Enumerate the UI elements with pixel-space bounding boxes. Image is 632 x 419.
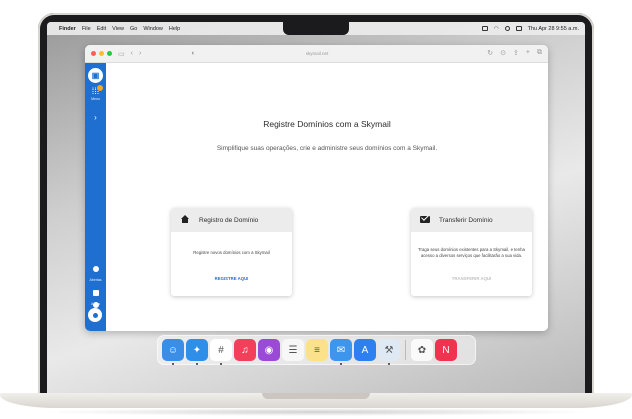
avatar[interactable] bbox=[88, 308, 102, 322]
home-icon bbox=[180, 215, 190, 223]
laptop-groove bbox=[262, 393, 370, 399]
safari-icon[interactable]: ✦ bbox=[186, 339, 208, 365]
wifi-icon[interactable]: ◠ bbox=[494, 26, 499, 32]
laptop-shadow bbox=[40, 408, 592, 416]
menu-file[interactable]: File bbox=[82, 26, 91, 32]
main-content: Registre Domínios com a Skymail Simplifi… bbox=[106, 63, 548, 331]
laptop-frame: Finder File Edit View Go Window Help ◠ T… bbox=[0, 0, 632, 419]
sidebar-item-label: Abertas bbox=[89, 278, 102, 282]
battery-icon[interactable] bbox=[481, 26, 488, 31]
sidebar-menu[interactable]: ⁞⁞⁞ Menu bbox=[85, 85, 106, 101]
menubar-clock[interactable]: Thu Apr 28 9:55 a.m. bbox=[528, 26, 579, 32]
close-window-button[interactable] bbox=[91, 51, 96, 56]
running-indicator bbox=[340, 363, 342, 365]
zoom-window-button[interactable] bbox=[107, 51, 112, 56]
reminders-icon[interactable]: ☰ bbox=[282, 339, 304, 361]
menu-window[interactable]: Window bbox=[143, 26, 163, 32]
running-indicator bbox=[220, 363, 222, 365]
screen: Finder File Edit View Go Window Help ◠ T… bbox=[47, 22, 585, 394]
page-title: Registre Domínios com a Skymail bbox=[263, 119, 391, 129]
mail-icon bbox=[420, 216, 430, 223]
share-icon[interactable]: ⇪ bbox=[513, 49, 519, 57]
info-icon bbox=[92, 266, 99, 272]
running-indicator bbox=[388, 363, 390, 365]
card-description: Registre novos domínios com a Skymail bbox=[193, 250, 270, 255]
browser-toolbar: ▭ ‹ › ◐ skymail.net ↻ ⊙ ⇪ + ⧉ bbox=[85, 45, 548, 63]
sidebar-toggle-icon[interactable]: ▭ bbox=[118, 50, 125, 58]
mail-icon[interactable]: ✉ bbox=[330, 339, 352, 365]
transfer-here-button[interactable]: TRANSFERIR AQUI bbox=[411, 274, 532, 296]
menu-app-name[interactable]: Finder bbox=[59, 26, 76, 32]
skymail-logo[interactable]: ▣ bbox=[88, 68, 103, 83]
register-here-button[interactable]: REGISTRE AQUI bbox=[171, 274, 292, 296]
address-bar[interactable]: skymail.net bbox=[273, 50, 361, 58]
slack-icon[interactable]: # bbox=[210, 339, 232, 365]
card-transfer-domain: Transferir Domínio Traga seus domínios e… bbox=[411, 208, 532, 296]
xcode-icon[interactable]: ⚒ bbox=[378, 339, 400, 365]
back-icon[interactable]: ‹ bbox=[131, 50, 133, 57]
toolbar-actions: ↻ ⊙ ⇪ + ⧉ bbox=[487, 49, 542, 57]
card-title: Transferir Domínio bbox=[439, 216, 493, 224]
expand-sidebar-icon[interactable]: › bbox=[85, 113, 106, 122]
menu-go[interactable]: Go bbox=[130, 26, 137, 32]
minimize-window-button[interactable] bbox=[99, 51, 104, 56]
notes-icon[interactable]: ≡ bbox=[306, 339, 328, 361]
photos-icon[interactable]: ✿ bbox=[411, 339, 433, 361]
window-controls bbox=[91, 51, 112, 56]
card-description: Traga seus domínios existentes para a Sk… bbox=[418, 247, 525, 258]
card-register-domain: Registro de Domínio Registre novos domín… bbox=[171, 208, 292, 296]
page-subtitle: Simplifique suas operações, crie e admin… bbox=[216, 145, 438, 152]
app-store-icon[interactable]: A bbox=[354, 339, 376, 361]
sidebar-menu-label: Menu bbox=[91, 97, 100, 101]
dock-separator bbox=[405, 340, 406, 360]
download-icon[interactable]: ⊙ bbox=[500, 49, 506, 57]
camera-notch bbox=[283, 22, 349, 35]
card-header: Transferir Domínio bbox=[411, 208, 532, 232]
privacy-shield-icon[interactable]: ◐ bbox=[191, 50, 195, 57]
control-center-icon[interactable] bbox=[515, 26, 522, 31]
card-header: Registro de Domínio bbox=[171, 208, 292, 232]
menu-view[interactable]: View bbox=[112, 26, 124, 32]
card-title: Registro de Domínio bbox=[199, 216, 259, 224]
new-tab-icon[interactable]: + bbox=[526, 49, 530, 57]
app-sidebar: ▣ ⁞⁞⁞ Menu › Abertas Ajuda Conta bbox=[85, 63, 106, 331]
browser-window: ▭ ‹ › ◐ skymail.net ↻ ⊙ ⇪ + ⧉ ▣ ⁞⁞⁞ Menu… bbox=[85, 45, 548, 331]
tab-overview-icon[interactable]: ⧉ bbox=[537, 49, 542, 57]
running-indicator bbox=[172, 363, 174, 365]
podcasts-icon[interactable]: ◉ bbox=[258, 339, 280, 361]
notification-badge bbox=[97, 85, 103, 91]
forward-icon[interactable]: › bbox=[139, 50, 141, 57]
news-icon[interactable]: N bbox=[435, 339, 457, 361]
menu-help[interactable]: Help bbox=[169, 26, 180, 32]
menu-edit[interactable]: Edit bbox=[97, 26, 106, 32]
running-indicator bbox=[196, 363, 198, 365]
music-icon[interactable]: ♫ bbox=[234, 339, 256, 361]
dock: ☺ ✦ # ♫ ◉ ☰ ≡ ✉ A ⚒ ✿ N bbox=[157, 335, 476, 365]
search-icon[interactable] bbox=[504, 26, 510, 31]
finder-icon[interactable]: ☺ bbox=[162, 339, 184, 365]
sidebar-item-abertas[interactable]: Abertas bbox=[85, 259, 106, 282]
reload-icon[interactable]: ↻ bbox=[487, 49, 493, 57]
